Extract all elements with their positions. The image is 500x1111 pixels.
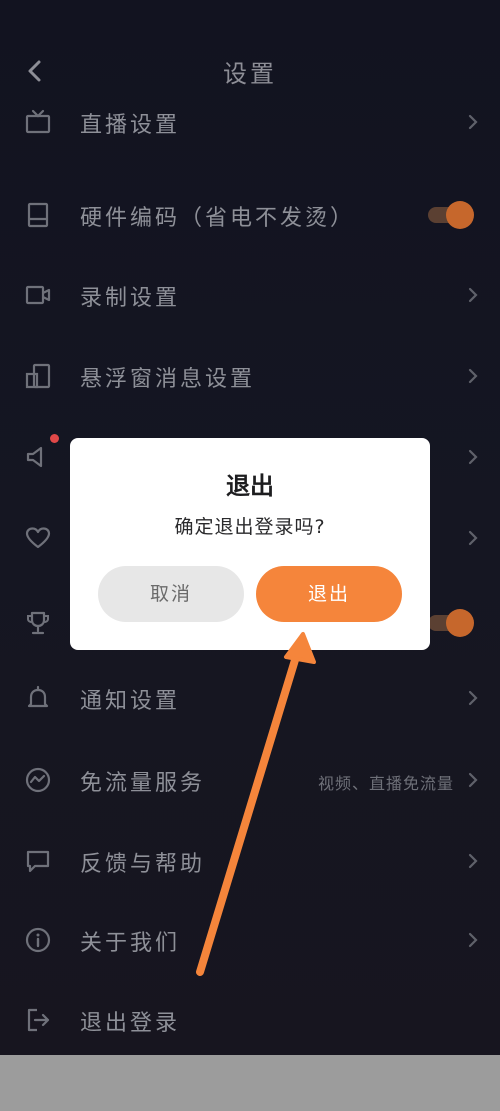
toggle-knob (446, 609, 474, 637)
notification-dot (50, 434, 59, 443)
chat-icon (26, 850, 50, 873)
settings-item-label: 退出登录 (80, 1011, 181, 1036)
cancel-button[interactable]: 取消 (98, 566, 244, 622)
dialog-title: 退出 (226, 472, 274, 500)
chevron-right-icon (468, 368, 478, 384)
page-title: 设置 (223, 60, 277, 88)
toggle-knob (446, 201, 474, 229)
bell-icon (27, 685, 49, 708)
chevron-right-icon (468, 690, 478, 706)
chevron-right-icon (468, 530, 478, 546)
settings-item-label: 免流量服务 (80, 771, 206, 796)
hardware-encoding-toggle[interactable] (428, 201, 476, 229)
logout-dialog: 退出 确定退出登录吗? 取消 退出 (70, 438, 430, 650)
bottom-bar (0, 1055, 500, 1111)
chevron-right-icon (468, 853, 478, 869)
settings-item-label: 通知设置 (80, 689, 181, 714)
heart-icon (25, 527, 51, 549)
settings-item-recording[interactable]: 录制设置 (0, 265, 500, 325)
chevron-right-icon (468, 449, 478, 465)
chevron-right-icon (468, 932, 478, 948)
settings-item-feedback[interactable]: 反馈与帮助 (0, 831, 500, 891)
settings-screen: 设置 直播设置 硬件编码（省电不发烫） 录制设置 悬浮窗消息设置 通知设置 免流… (0, 0, 500, 1055)
settings-item-label: 直播设置 (80, 113, 181, 138)
dialog-message: 确定退出登录吗? (174, 516, 326, 538)
chip-icon (27, 202, 49, 228)
header: 设置 (0, 40, 500, 100)
settings-item-about[interactable]: 关于我们 (0, 910, 500, 970)
settings-item-notifications[interactable]: 通知设置 (0, 668, 500, 728)
confirm-logout-button[interactable]: 退出 (256, 566, 402, 622)
logout-icon (27, 1008, 50, 1032)
settings-item-label: 录制设置 (80, 286, 181, 311)
settings-item-label: 悬浮窗消息设置 (80, 367, 256, 392)
settings-item-live[interactable]: 直播设置 (0, 92, 500, 152)
tv-icon (25, 109, 51, 134)
settings-item-label: 反馈与帮助 (80, 852, 206, 877)
info-icon (25, 927, 51, 953)
settings-item-label: 关于我们 (80, 931, 181, 956)
trophy-icon (27, 611, 49, 635)
video-camera-icon (25, 285, 51, 305)
chevron-right-icon (468, 114, 478, 130)
chevron-right-icon (468, 772, 478, 788)
speaker-icon (26, 446, 43, 468)
traffic-icon (25, 767, 51, 793)
settings-item-floating-window[interactable]: 悬浮窗消息设置 (0, 346, 500, 406)
trophy-toggle[interactable] (428, 609, 476, 637)
float-window-icon (25, 363, 51, 389)
settings-item-label: 硬件编码（省电不发烫） (80, 206, 356, 231)
settings-item-hardware-encoding: 硬件编码（省电不发烫） (0, 185, 500, 245)
settings-item-free-traffic[interactable]: 免流量服务 视频、直播免流量 (0, 750, 500, 810)
free-traffic-description: 视频、直播免流量 (317, 774, 454, 793)
settings-item-logout[interactable]: 退出登录 (0, 990, 500, 1050)
chevron-right-icon (468, 287, 478, 303)
